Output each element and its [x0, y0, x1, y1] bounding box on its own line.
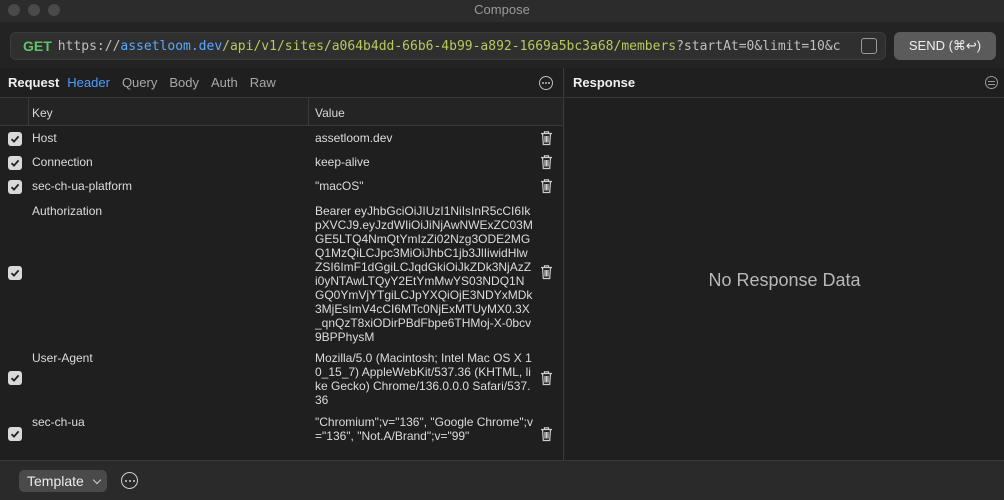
header-enabled-checkbox[interactable] [8, 180, 22, 194]
header-enabled-checkbox[interactable] [8, 266, 22, 280]
send-button[interactable]: SEND (⌘↩) [894, 32, 996, 60]
http-method[interactable]: GET [23, 38, 52, 54]
url-text: https://assetloom.dev/api/v1/sites/a064b… [58, 39, 841, 54]
headers-table-header: Key Value [0, 98, 563, 126]
table-row: Connection keep-alive [0, 150, 563, 174]
trash-icon[interactable] [540, 178, 553, 194]
empty-response-message: No Response Data [708, 270, 861, 290]
tab-header[interactable]: Header [67, 75, 110, 90]
url-scheme: https:// [57, 38, 121, 54]
expand-url-icon[interactable] [861, 38, 877, 54]
more-options-icon[interactable] [539, 76, 553, 90]
url-input[interactable]: GET https://assetloom.dev/api/v1/sites/a… [10, 32, 886, 60]
trash-icon[interactable] [540, 154, 553, 170]
window-title: Compose [474, 2, 530, 17]
table-row: Authorization Bearer eyJhbGciOiJIUzI1NiI… [0, 200, 563, 346]
trash-icon[interactable] [540, 426, 553, 442]
trash-icon[interactable] [540, 264, 553, 280]
ellipsis-circle-icon[interactable] [121, 472, 138, 489]
template-dropdown[interactable]: Template [19, 470, 107, 492]
header-key[interactable]: User-Agent [32, 351, 93, 365]
checkmark-icon [10, 183, 20, 191]
header-enabled-checkbox[interactable] [8, 371, 22, 385]
header-value[interactable]: assetloom.dev [315, 131, 533, 145]
table-row: sec-ch-ua "Chromium";v="136", "Google Ch… [0, 412, 563, 458]
url-host: assetloom.dev [120, 38, 223, 54]
header-key[interactable]: sec-ch-ua-platform [32, 179, 132, 193]
header-enabled-checkbox[interactable] [8, 156, 22, 170]
column-key: Key [32, 106, 53, 120]
tab-raw[interactable]: Raw [250, 75, 276, 90]
table-row: sec-ch-ua-platform "macOS" [0, 174, 563, 198]
column-value: Value [315, 106, 345, 120]
tab-auth[interactable]: Auth [211, 75, 238, 90]
request-url-bar: GET https://assetloom.dev/api/v1/sites/a… [0, 22, 1004, 68]
bottom-toolbar: Template [0, 460, 1004, 500]
header-value[interactable]: Bearer eyJhbGciOiJIUzI1NiIsInR5cCI6IkpXV… [315, 204, 533, 344]
request-panel-header: Request Header Query Body Auth Raw [0, 68, 563, 98]
response-panel-header: Response [565, 68, 1004, 98]
header-key[interactable]: Connection [32, 155, 93, 169]
header-value[interactable]: keep-alive [315, 155, 533, 169]
column-divider [28, 98, 29, 126]
header-key[interactable]: Authorization [32, 204, 102, 218]
url-path: /api/v1/sites/a064b4dd-66b6-4b99-a892-16… [222, 38, 677, 54]
header-key[interactable]: Host [32, 131, 57, 145]
template-label: Template [27, 473, 84, 489]
checkmark-icon [10, 430, 20, 438]
header-enabled-checkbox[interactable] [8, 427, 22, 441]
chevron-down-icon [92, 475, 102, 485]
checkmark-icon [10, 269, 20, 277]
checkmark-icon [10, 135, 20, 143]
url-query: ?startAt=0&limit=10&c [676, 38, 841, 54]
tab-body[interactable]: Body [169, 75, 199, 90]
response-panel: Response No Response Data [565, 68, 1004, 460]
checkmark-icon [10, 374, 20, 382]
filter-lines-icon[interactable] [985, 76, 998, 89]
table-row: User-Agent Mozilla/5.0 (Macintosh; Intel… [0, 348, 563, 410]
header-value[interactable]: "Chromium";v="136", "Google Chrome";v="1… [315, 415, 533, 443]
header-enabled-checkbox[interactable] [8, 132, 22, 146]
table-row: Host assetloom.dev [0, 126, 563, 150]
checkmark-icon [10, 159, 20, 167]
header-key[interactable]: sec-ch-ua [32, 415, 85, 429]
header-value[interactable]: "macOS" [315, 179, 533, 193]
header-value[interactable]: Mozilla/5.0 (Macintosh; Intel Mac OS X 1… [315, 351, 533, 407]
response-panel-title: Response [573, 75, 636, 90]
request-panel-title: Request [8, 75, 60, 90]
trash-icon[interactable] [540, 130, 553, 146]
request-panel: Request Header Query Body Auth Raw Key V… [0, 68, 564, 460]
trash-icon[interactable] [540, 370, 553, 386]
tab-query[interactable]: Query [122, 75, 157, 90]
title-bar: Compose [0, 0, 1004, 22]
column-divider[interactable] [308, 98, 309, 126]
